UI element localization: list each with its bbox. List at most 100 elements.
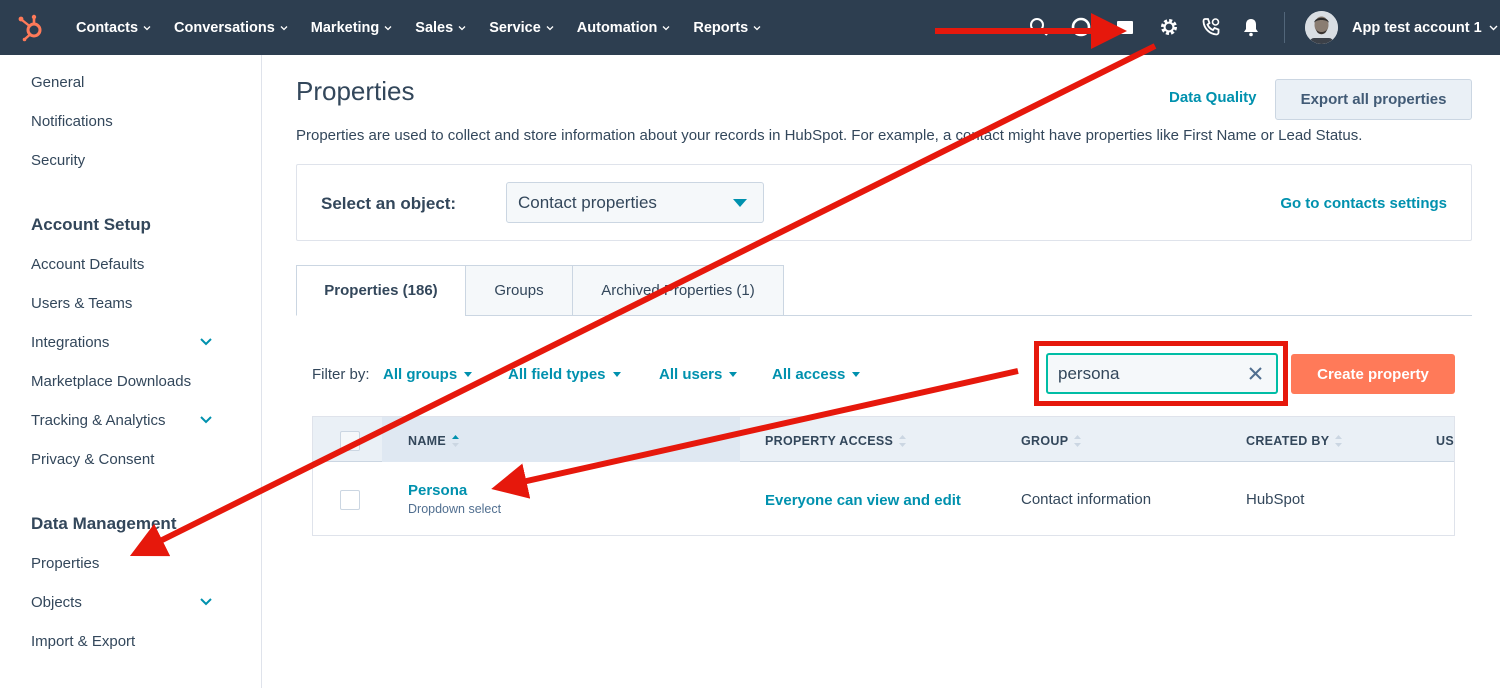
filter-all-access-label: All access bbox=[772, 366, 846, 383]
sidebar-item-integrations[interactable]: Integrations bbox=[31, 334, 109, 351]
calling-icon[interactable] bbox=[1200, 16, 1222, 38]
property-name-link[interactable]: Persona bbox=[408, 482, 467, 499]
column-header-property-access[interactable]: PROPERTY ACCESS bbox=[765, 434, 907, 448]
nav-automation[interactable]: Automation bbox=[577, 20, 671, 36]
caret-down-icon bbox=[612, 372, 621, 377]
object-select-value: Contact properties bbox=[518, 192, 657, 212]
filter-all-groups[interactable]: All groups bbox=[383, 366, 473, 383]
chevron-down-icon[interactable] bbox=[199, 413, 213, 427]
column-header-name-label: NAME bbox=[408, 434, 447, 448]
object-select-dropdown[interactable]: Contact properties bbox=[506, 182, 764, 223]
tab-properties[interactable]: Properties (186) bbox=[296, 265, 466, 316]
sort-icon bbox=[899, 435, 907, 447]
page-title: Properties bbox=[296, 76, 415, 106]
data-quality-link[interactable]: Data Quality bbox=[1169, 89, 1257, 106]
column-header-used-in[interactable]: US bbox=[1436, 434, 1454, 448]
column-header-property-access-label: PROPERTY ACCESS bbox=[765, 434, 894, 448]
filter-all-groups-label: All groups bbox=[383, 366, 458, 383]
close-icon[interactable] bbox=[1248, 366, 1263, 381]
nav-reports[interactable]: Reports bbox=[693, 20, 761, 36]
properties-table: NAME PROPERTY ACCESS GROUP CREATED BY US… bbox=[312, 416, 1455, 536]
sidebar-item-notifications[interactable]: Notifications bbox=[31, 113, 113, 130]
nav-reports-label: Reports bbox=[693, 19, 749, 36]
settings-sidebar: General Notifications Security Account S… bbox=[0, 55, 262, 688]
row-checkbox[interactable] bbox=[340, 490, 360, 510]
export-all-properties-button[interactable]: Export all properties bbox=[1275, 79, 1472, 120]
sidebar-item-security[interactable]: Security bbox=[31, 152, 85, 169]
tab-archived-properties[interactable]: Archived Properties (1) bbox=[572, 265, 784, 316]
help-icon[interactable] bbox=[1070, 16, 1092, 38]
avatar[interactable] bbox=[1305, 11, 1338, 44]
go-to-contacts-settings-link[interactable]: Go to contacts settings bbox=[1280, 195, 1447, 212]
property-group: Contact information bbox=[1021, 491, 1152, 508]
object-selector-panel: Select an object: Contact properties Go … bbox=[296, 164, 1472, 241]
user-avatar-icon bbox=[1305, 11, 1338, 44]
table-header: NAME PROPERTY ACCESS GROUP CREATED BY US bbox=[313, 417, 1454, 462]
chevron-down-icon bbox=[384, 25, 392, 30]
nav-contacts-label: Contacts bbox=[76, 19, 139, 36]
chevron-down-icon bbox=[1489, 25, 1498, 31]
search-icon[interactable] bbox=[1028, 16, 1050, 38]
filter-all-access[interactable]: All access bbox=[772, 366, 861, 383]
caret-down-icon bbox=[733, 199, 747, 207]
chevron-down-icon[interactable] bbox=[199, 335, 213, 349]
nav-marketing[interactable]: Marketing bbox=[311, 20, 393, 36]
account-name: App test account 1 bbox=[1352, 19, 1482, 36]
caret-down-icon bbox=[729, 372, 738, 377]
sidebar-item-tracking-analytics[interactable]: Tracking & Analytics bbox=[31, 412, 166, 429]
nav-sales[interactable]: Sales bbox=[415, 20, 466, 36]
sidebar-item-general[interactable]: General bbox=[31, 74, 84, 91]
nav-service[interactable]: Service bbox=[489, 20, 554, 36]
column-header-group[interactable]: GROUP bbox=[1021, 434, 1082, 448]
nav-marketing-label: Marketing bbox=[310, 19, 380, 36]
nav-conversations[interactable]: Conversations bbox=[174, 20, 288, 36]
property-field-type: Dropdown select bbox=[408, 502, 502, 516]
sidebar-item-account-defaults[interactable]: Account Defaults bbox=[31, 256, 144, 273]
nav-automation-label: Automation bbox=[576, 19, 658, 36]
nav-service-label: Service bbox=[489, 19, 541, 36]
column-header-used-in-label: US bbox=[1436, 434, 1454, 448]
marketplace-icon[interactable] bbox=[1114, 16, 1136, 38]
filter-by-label: Filter by: bbox=[312, 366, 370, 383]
hubspot-logo-icon[interactable] bbox=[16, 12, 46, 42]
sort-ascending-icon bbox=[452, 435, 460, 447]
sidebar-item-objects[interactable]: Objects bbox=[31, 594, 82, 611]
caret-down-icon bbox=[852, 372, 861, 377]
chevron-down-icon[interactable] bbox=[199, 595, 213, 609]
account-menu[interactable]: App test account 1 bbox=[1352, 0, 1498, 55]
sidebar-item-privacy-consent[interactable]: Privacy & Consent bbox=[31, 451, 154, 468]
gear-icon[interactable] bbox=[1158, 16, 1180, 38]
filter-all-users[interactable]: All users bbox=[659, 366, 738, 383]
sidebar-item-import-export[interactable]: Import & Export bbox=[31, 633, 135, 650]
select-all-checkbox[interactable] bbox=[340, 431, 360, 451]
nav-sales-label: Sales bbox=[415, 19, 454, 36]
sort-icon bbox=[1074, 435, 1082, 447]
chevron-down-icon bbox=[280, 25, 288, 30]
sidebar-item-marketplace-downloads[interactable]: Marketplace Downloads bbox=[31, 373, 191, 390]
search-input-value: persona bbox=[1058, 363, 1120, 383]
sidebar-item-properties[interactable]: Properties bbox=[31, 555, 99, 572]
filter-all-field-types-label: All field types bbox=[508, 366, 606, 383]
create-property-button[interactable]: Create property bbox=[1291, 354, 1455, 394]
column-header-created-by[interactable]: CREATED BY bbox=[1246, 434, 1343, 448]
chevron-down-icon bbox=[546, 25, 554, 30]
main-menu: Contacts Conversations Marketing Sales S… bbox=[76, 0, 784, 55]
column-header-created-by-label: CREATED BY bbox=[1246, 434, 1330, 448]
nav-divider bbox=[1284, 12, 1285, 43]
search-input[interactable]: persona bbox=[1046, 353, 1278, 394]
chevron-down-icon bbox=[458, 25, 466, 30]
chevron-down-icon bbox=[143, 25, 151, 30]
bell-icon[interactable] bbox=[1240, 16, 1262, 38]
tab-groups[interactable]: Groups bbox=[465, 265, 573, 316]
property-created-by: HubSpot bbox=[1246, 491, 1305, 508]
nav-contacts[interactable]: Contacts bbox=[76, 20, 151, 36]
page-description: Properties are used to collect and store… bbox=[296, 127, 1363, 144]
caret-down-icon bbox=[464, 372, 473, 377]
sidebar-heading-account-setup: Account Setup bbox=[31, 215, 151, 234]
filter-all-field-types[interactable]: All field types bbox=[508, 366, 621, 383]
column-header-name[interactable]: NAME bbox=[408, 434, 460, 448]
sidebar-item-users-teams[interactable]: Users & Teams bbox=[31, 295, 132, 312]
chevron-down-icon bbox=[662, 25, 670, 30]
property-access-link[interactable]: Everyone can view and edit bbox=[765, 492, 961, 509]
top-navigation-bar: Contacts Conversations Marketing Sales S… bbox=[0, 0, 1500, 55]
